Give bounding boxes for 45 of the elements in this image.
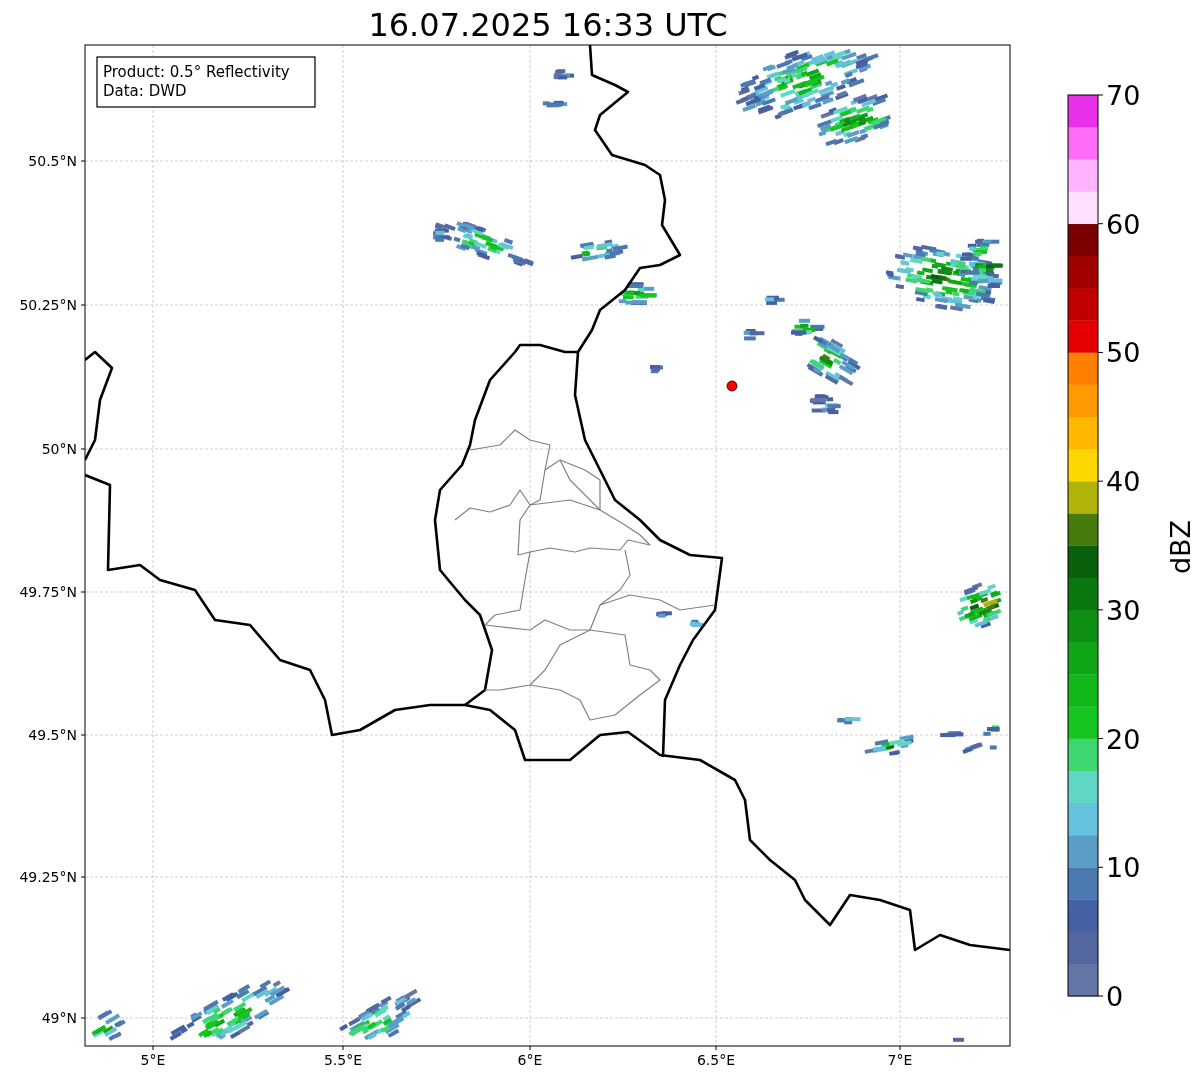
colorbar-tick-label: 70 [1106, 80, 1141, 111]
tick-mark [342, 1045, 344, 1051]
colorbar-tick-label: 50 [1106, 337, 1141, 369]
axis-tick-label: 50°N [41, 441, 77, 457]
tick-mark [80, 448, 86, 450]
axis-tick-label: 5.5°E [323, 1052, 363, 1068]
colorbar-tick-label: 20 [1106, 723, 1141, 755]
colorbar-tick-label: 60 [1106, 208, 1141, 240]
tick-mark [1097, 480, 1104, 482]
tick-mark [80, 591, 86, 593]
tick-mark [715, 1045, 717, 1051]
tick-mark [80, 876, 86, 878]
tick-mark [1097, 223, 1104, 225]
axis-tick-label: 5°E [140, 1052, 166, 1068]
tick-mark [80, 734, 86, 736]
axis-tick-label: 50.25°N [19, 297, 77, 313]
tick-mark [899, 1045, 901, 1051]
axis-tick-label: 50.5°N [28, 153, 77, 169]
tick-mark [80, 304, 86, 306]
colorbar-tick-label: 0 [1106, 981, 1124, 1012]
tick-mark [1097, 351, 1104, 353]
axis-tick-label: 6°E [517, 1052, 543, 1068]
tick-mark [1097, 94, 1104, 96]
colorbar-tick-label: 10 [1106, 852, 1141, 884]
tick-mark [80, 1017, 86, 1019]
tick-mark [80, 160, 86, 162]
colorbar-tick-label: 30 [1106, 594, 1141, 626]
colorbar-tick-label: 40 [1106, 466, 1141, 498]
tick-mark [1097, 995, 1104, 997]
tick-mark [529, 1045, 531, 1051]
colorbar-label: dBZ [1165, 519, 1196, 575]
radar-site-marker [726, 380, 738, 392]
tick-mark [1097, 738, 1104, 740]
axis-tick-label: 49°N [41, 1010, 77, 1026]
tick-mark [1097, 609, 1104, 611]
info-text: Product: 0.5° Reflectivity [103, 63, 290, 81]
axis-tick-label: 6.5°E [696, 1052, 736, 1068]
axis-tick-label: 49.25°N [19, 869, 77, 885]
axis-tick-label: 49.75°N [19, 584, 77, 600]
axis-tick-label: 49.5°N [28, 727, 77, 743]
chart-title: 16.07.2025 16:33 UTC [368, 6, 728, 44]
axis-tick-label: 7°E [887, 1052, 913, 1068]
info-text: Data: DWD [103, 82, 187, 100]
tick-mark [152, 1045, 154, 1051]
tick-mark [1097, 866, 1104, 868]
